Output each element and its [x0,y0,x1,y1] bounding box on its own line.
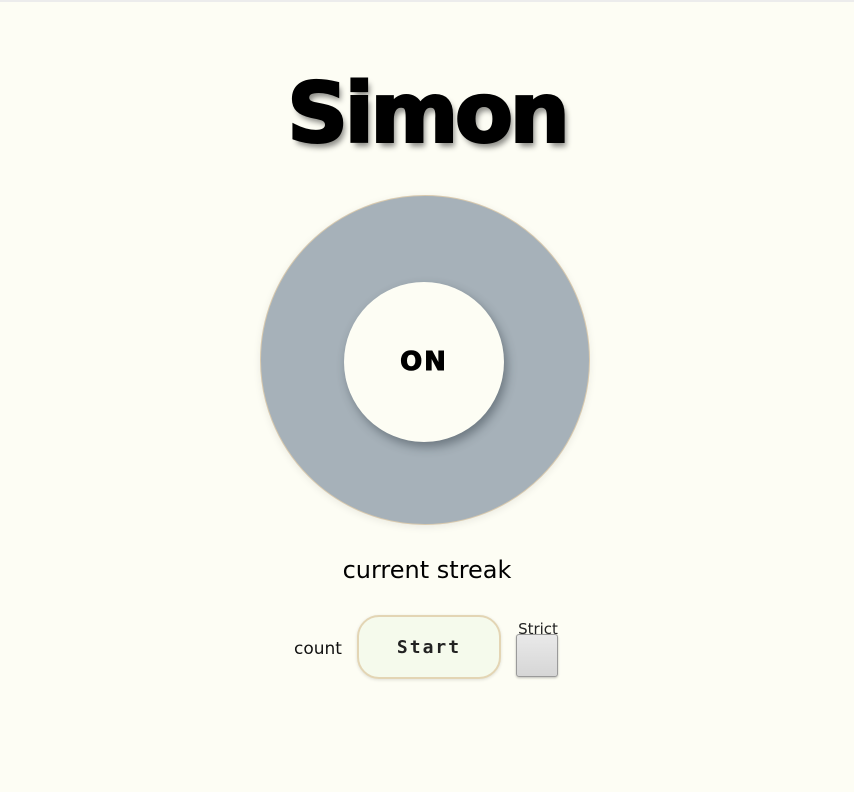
start-button-label: Start [396,636,462,658]
start-button[interactable]: Start [357,615,501,679]
game-title: Simon [286,64,571,163]
count-display: count [294,639,342,659]
strict-toggle-button[interactable] [516,634,558,677]
power-on-button[interactable]: ON [344,282,504,442]
current-streak-label: current streak [342,556,512,584]
power-on-label: ON [400,347,448,378]
